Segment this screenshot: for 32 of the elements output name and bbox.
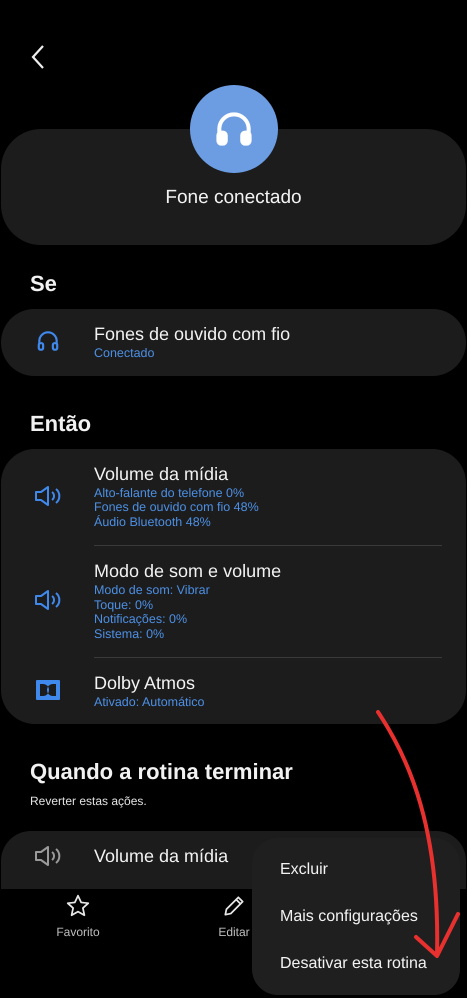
action-title: Fones de ouvido com fio <box>94 323 290 346</box>
action-row[interactable]: Dolby Atmos Ativado: Automático <box>94 656 442 724</box>
action-row[interactable]: Fones de ouvido com fio Conectado <box>1 309 442 376</box>
action-title: Volume da mídia <box>94 845 228 868</box>
volume-icon <box>34 588 62 612</box>
action-detail: Conectado <box>94 346 156 361</box>
action-detail: Fones de ouvido com fio 48% <box>94 500 259 515</box>
section-heading: Se <box>30 270 58 298</box>
section-subtitle: Reverter estas ações. <box>30 793 148 810</box>
action-detail: Modo de som: Vibrar <box>94 582 211 598</box>
nav-button[interactable]: Favorito <box>0 889 156 952</box>
dolby-icon <box>36 680 60 700</box>
volume-icon <box>34 844 62 868</box>
section-heading: Quando a rotina terminar <box>30 758 294 786</box>
menu-item[interactable]: Mais configurações <box>252 900 460 934</box>
action-detail: Toque: 0% <box>94 598 154 612</box>
volume-icon <box>34 484 62 508</box>
action-title: Dolby Atmos <box>94 672 196 695</box>
menu-item[interactable]: Excluir <box>252 852 460 886</box>
back-icon[interactable] <box>30 44 46 70</box>
action-title: Volume da mídia <box>94 462 230 486</box>
action-row[interactable]: Modo de som e volume Modo de som: Vibrar Toque: 0% Notificações: 0% Sistema: 0% <box>94 544 442 657</box>
action-detail: Ativado: Automático <box>94 694 204 710</box>
action-detail: Notificações: 0% <box>94 612 188 627</box>
action-row[interactable]: Volume da mídia Alto-falante do telefone 0% Fones de ouvido com fio 48% Áudio Bluetooth 48% <box>1 448 442 545</box>
action-detail: Áudio Bluetooth 48% <box>94 515 212 530</box>
routine-title: Fone conectado <box>165 187 302 208</box>
action-detail: Alto-falante do telefone 0% <box>94 486 246 500</box>
section-heading: Então <box>30 410 92 438</box>
menu-item[interactable]: Desativar esta rotina <box>252 946 460 980</box>
action-title: Modo de som e volume <box>94 560 282 583</box>
action-detail: Sistema: 0% <box>94 626 166 642</box>
